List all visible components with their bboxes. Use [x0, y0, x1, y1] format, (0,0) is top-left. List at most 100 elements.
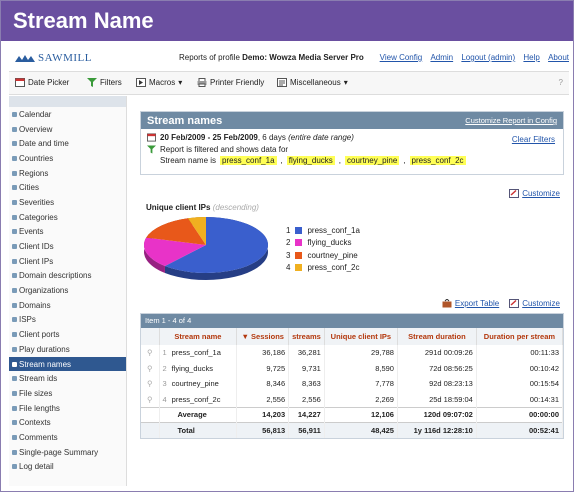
date-picker-button[interactable]: Date Picker — [15, 78, 69, 87]
legend-number: 3 — [286, 250, 291, 260]
table-row[interactable]: ⚲ 2 flying_ducks 9,725 9,731 8,590 72d 08:56:2… — [141, 360, 564, 376]
customize-report-link[interactable]: Customize Report in Config — [465, 116, 557, 125]
sidebar-item[interactable]: Regions — [9, 166, 126, 181]
filter-value: press_conf_2c — [409, 156, 466, 166]
report-icon — [12, 302, 17, 308]
stream-name[interactable]: press_conf_1a — [172, 348, 221, 357]
sidebar-collapse-bar[interactable] — [9, 96, 126, 107]
sidebar-item[interactable]: Overview — [9, 122, 126, 137]
report-icon — [12, 126, 17, 132]
unique-client-ips-cell: 7,778 — [324, 376, 398, 392]
legend-entry: 4 press_conf_2c — [286, 262, 360, 275]
logo[interactable]: SAWMILL — [15, 52, 92, 64]
macros-menu[interactable]: Macros ▾ — [136, 78, 182, 87]
logout-link[interactable]: Logout (admin) — [461, 53, 515, 62]
sessions-cell: 36,186 — [236, 345, 290, 361]
sidebar-item-label: File sizes — [19, 388, 53, 398]
sidebar-item[interactable]: File sizes — [9, 386, 126, 401]
filter-value: flying_ducks — [286, 156, 335, 166]
sidebar-item[interactable]: Log detail — [9, 460, 126, 475]
sidebar-item-label: Severities — [19, 197, 55, 207]
table-row[interactable]: ⚲ 3 courtney_pine 8,346 8,363 7,778 92d 08:23:… — [141, 376, 564, 392]
sidebar-item[interactable]: Severities — [9, 195, 126, 210]
miscellaneous-menu[interactable]: Miscellaneous ▾ — [277, 78, 348, 87]
report-icon — [12, 273, 17, 279]
sidebar-item[interactable]: Play durations — [9, 342, 126, 357]
chart-customize-link[interactable]: Customize — [509, 189, 560, 198]
duration-per-stream-cell: 00:52:41 — [476, 422, 564, 438]
stream-name[interactable]: courtney_pine — [172, 379, 219, 388]
sidebar-item[interactable]: Domains — [9, 298, 126, 313]
export-table-link[interactable]: Export Table — [442, 299, 499, 308]
magnifier-icon[interactable]: ⚲ — [147, 395, 153, 404]
column-header-streams[interactable]: streams — [288, 328, 325, 345]
help-link[interactable]: Help — [523, 53, 539, 62]
printer-friendly-button[interactable]: Printer Friendly — [197, 78, 264, 87]
duration-per-stream-cell: 00:00:00 — [476, 406, 564, 423]
report-title-bar: Stream names Customize Report in Config — [141, 112, 563, 129]
report-icon — [12, 244, 17, 250]
column-header-stream-duration[interactable]: Stream duration — [397, 328, 477, 345]
duration-per-stream-cell: 00:10:42 — [476, 360, 564, 376]
sidebar-item[interactable]: Countries — [9, 151, 126, 166]
stream-name-cell: 1 press_conf_1a — [159, 345, 238, 361]
table-row[interactable]: ⚲ 1 press_conf_1a 36,186 36,281 29,788 291d 00… — [141, 345, 564, 361]
sidebar-item-label: Calendar — [19, 109, 52, 119]
magnifier-icon[interactable]: ⚲ — [147, 379, 153, 388]
legend-entry: 1 press_conf_1a — [286, 224, 360, 237]
sidebar-item[interactable]: Client ports — [9, 327, 126, 342]
sidebar-item-label: Stream names — [19, 359, 72, 369]
help-question-icon[interactable]: ? — [559, 78, 563, 87]
filters-button[interactable]: Filters — [87, 78, 122, 87]
column-header-stream-name[interactable]: Stream name — [159, 328, 238, 345]
legend-entry: 3 courtney_pine — [286, 249, 360, 262]
pie-chart — [143, 217, 268, 280]
sidebar-item[interactable]: File lengths — [9, 401, 126, 416]
column-header-sessions[interactable]: ▼ Sessions — [236, 328, 290, 345]
sidebar-item[interactable]: Organizations — [9, 283, 126, 298]
top-links: View Config Admin Logout (admin) Help Ab… — [374, 53, 569, 62]
stream-name[interactable]: press_conf_2c — [172, 395, 221, 404]
column-header-unique-client-ips[interactable]: Unique client IPs — [324, 328, 398, 345]
stream-name-cell: 4 press_conf_2c — [159, 391, 238, 407]
about-link[interactable]: About — [548, 53, 569, 62]
sessions-cell: 2,556 — [236, 391, 290, 407]
row-number: 2 — [162, 363, 167, 373]
sidebar-item[interactable]: Comments — [9, 430, 126, 445]
sidebar-item[interactable]: Domain descriptions — [9, 269, 126, 284]
legend-entry: 2 flying_ducks — [286, 237, 360, 250]
view-config-link[interactable]: View Config — [380, 53, 423, 62]
sidebar-item[interactable]: Stream names — [9, 356, 126, 372]
table-customize-link[interactable]: Customize — [509, 299, 560, 308]
legend-swatch — [295, 226, 303, 234]
stream-name-is-label: Stream name is — [160, 156, 217, 166]
sidebar-item[interactable]: Events — [9, 225, 126, 240]
sidebar-item-label: File lengths — [19, 403, 60, 413]
table-row[interactable]: ⚲ 4 press_conf_2c 2,556 2,556 2,269 25d 18:59:… — [141, 391, 564, 407]
clear-filters-link[interactable]: Clear Filters — [512, 135, 555, 144]
sidebar-item-label: Categories — [19, 212, 58, 222]
magnifier-icon[interactable]: ⚲ — [147, 364, 153, 373]
sidebar-item[interactable]: Client IPs — [9, 254, 126, 269]
sidebar-item[interactable]: Calendar — [9, 107, 126, 122]
stream-duration-cell: 92d 08:23:13 — [397, 376, 477, 392]
sidebar-item[interactable]: Cities — [9, 180, 126, 195]
admin-link[interactable]: Admin — [430, 53, 453, 62]
report-icon — [12, 155, 17, 161]
sidebar-item[interactable]: Client IDs — [9, 239, 126, 254]
magnifier-icon[interactable]: ⚲ — [147, 348, 153, 357]
sidebar-list: Calendar Overview Date and time Countries Re… — [9, 107, 126, 474]
sidebar-item[interactable]: ISPs — [9, 313, 126, 328]
average-row: Average 14,203 14,227 12,106 120d 09:07:02 00… — [141, 406, 564, 423]
sidebar-item[interactable]: Date and time — [9, 136, 126, 151]
column-header-duration-per-stream[interactable]: Duration per stream — [476, 328, 564, 345]
sidebar-item[interactable]: Categories — [9, 210, 126, 225]
sidebar-item-label: Client ports — [19, 330, 60, 340]
sidebar-item-label: Single-page Summary — [19, 447, 99, 457]
sidebar-item[interactable]: Contexts — [9, 415, 126, 430]
sidebar-item[interactable]: Stream ids — [9, 371, 126, 386]
legend-label: courtney_pine — [307, 250, 358, 260]
chart-legend: 1 press_conf_1a 2 flying_ducks 3 courtney_pin… — [286, 224, 360, 274]
sidebar-item[interactable]: Single-page Summary — [9, 445, 126, 460]
stream-name[interactable]: flying_ducks — [172, 364, 213, 373]
